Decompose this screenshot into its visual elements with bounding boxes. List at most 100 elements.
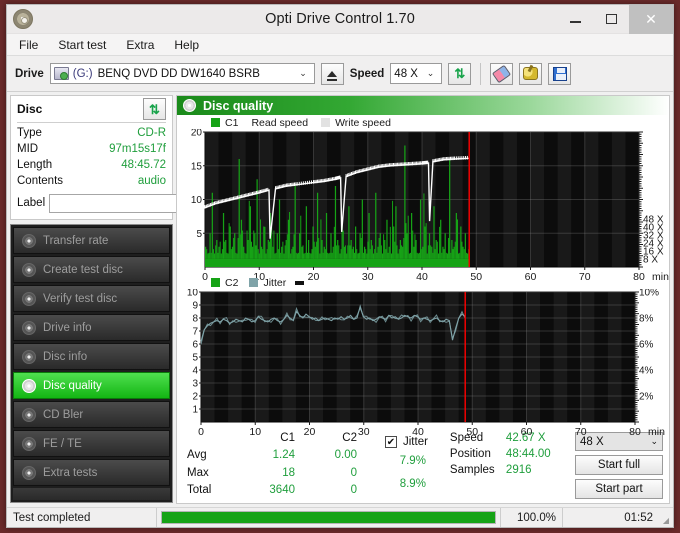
refresh-icon: ⇅: [149, 101, 160, 117]
svg-text:10: 10: [187, 289, 199, 299]
sidebar-item-drive-info[interactable]: Drive info: [13, 314, 170, 341]
disc-contents-label: Contents: [17, 175, 64, 187]
main-body: Disc ⇅ Type CD-R MID 97m15s17f Length 48…: [7, 92, 673, 521]
legend-label-read-speed: Read speed: [251, 116, 309, 129]
sidebar-item-label: FE / TE: [43, 437, 82, 450]
sidebar-item-disc-quality[interactable]: Disc quality: [13, 372, 170, 399]
disc-icon: [22, 378, 36, 393]
stats-row-label-avg: Avg: [187, 449, 207, 462]
page-title: Disc quality: [203, 98, 274, 113]
save-button[interactable]: [548, 62, 572, 85]
svg-text:60: 60: [521, 426, 533, 438]
legend-swatch-c2: [211, 278, 220, 288]
statistics-panel: C1 C2 Avg 1.24 0.00 Max 18 0 Total 3640 …: [177, 429, 669, 503]
start-part-button[interactable]: Start part: [575, 479, 663, 499]
progress-bar: [161, 511, 496, 524]
disc-row-mid: MID 97m15s17f: [17, 141, 166, 157]
save-icon: [552, 66, 567, 81]
disc-refresh-button[interactable]: ⇅: [143, 98, 166, 120]
sidebar-item-label: Extra tests: [43, 466, 98, 479]
chevron-down-icon: ⌄: [426, 68, 435, 78]
sidebar-item-disc-info[interactable]: Disc info: [13, 343, 170, 370]
sidebar-item-label: Verify test disc: [43, 292, 118, 305]
c1-chart-legend: C1 Read speed Write speed: [211, 116, 391, 129]
disc-icon: [22, 262, 36, 277]
sidebar-item-create-test-disc[interactable]: Create test disc: [13, 256, 170, 283]
svg-text:50: 50: [466, 426, 478, 438]
tools-button[interactable]: [519, 62, 543, 85]
progress-fill: [162, 512, 495, 523]
disc-icon: [22, 407, 36, 422]
svg-text:min: min: [648, 426, 665, 438]
disc-row-contents: Contents audio: [17, 173, 166, 189]
svg-text:7: 7: [192, 327, 198, 338]
divider: [17, 122, 166, 123]
disc-type-value: CD-R: [137, 127, 166, 139]
sidebar-item-fe-te[interactable]: FE / TE: [13, 430, 170, 457]
svg-text:30: 30: [358, 426, 370, 438]
nav-spacer: [13, 488, 170, 500]
refresh-icon: ⇅: [454, 66, 466, 81]
disc-panel-title: Disc: [17, 102, 43, 116]
svg-text:10: 10: [191, 195, 203, 206]
disc-icon: [22, 436, 36, 451]
c1-chart: C1 Read speed Write speed 5 10 15 20 8 X 16 X…: [179, 116, 669, 284]
tools-icon: [523, 67, 539, 80]
svg-text:1: 1: [192, 405, 198, 416]
disc-mid-value: 97m15s17f: [109, 143, 166, 155]
error-stats-table: C1 C2 Avg 1.24 0.00 Max 18 0 Total 3640 …: [187, 431, 357, 499]
elapsed-time: 01:52: [624, 511, 653, 524]
jitter-plot: 1 2 3 4 5 6 7 8 9 10 2% 4% 6% 8% 10% 0 10 20 30 40 50 60 70 80 m…: [187, 289, 665, 438]
drive-select[interactable]: (G:) BENQ DVD DD DW1640 BSRB ⌄: [49, 63, 315, 84]
svg-text:2%: 2%: [639, 392, 654, 403]
erase-button[interactable]: [490, 62, 514, 85]
svg-text:9: 9: [192, 301, 198, 312]
svg-text:2: 2: [192, 392, 198, 403]
disc-row-type: Type CD-R: [17, 125, 166, 141]
resize-grip[interactable]: ◢: [659, 508, 673, 527]
sidebar-item-extra-tests[interactable]: Extra tests: [13, 459, 170, 486]
eject-button[interactable]: [320, 62, 344, 85]
refresh-button[interactable]: ⇅: [448, 62, 472, 85]
samples-value: 2916: [505, 464, 532, 476]
stats-row-label-max: Max: [187, 466, 209, 479]
disc-quality-icon: [183, 99, 196, 112]
svg-text:20: 20: [191, 129, 203, 139]
sidebar-item-transfer-rate[interactable]: Transfer rate: [13, 227, 170, 254]
svg-text:6: 6: [192, 340, 198, 351]
svg-text:8%: 8%: [639, 314, 654, 325]
svg-text:40: 40: [412, 426, 424, 438]
main-panel: Disc quality C1 Read speed Write speed 5…: [176, 95, 670, 504]
disc-info-panel: Disc ⇅ Type CD-R MID 97m15s17f Length 48…: [10, 95, 223, 220]
position-label: Position: [449, 448, 491, 460]
legend-swatch-write-speed: [321, 118, 331, 127]
title-bar: Opti Drive Control 1.70 ✕: [7, 4, 673, 34]
stats-max-c2: 0: [350, 466, 357, 479]
disc-label-row: Label: [17, 192, 223, 214]
svg-text:4%: 4%: [639, 366, 654, 377]
sidebar-item-cd-bler[interactable]: CD Bler: [13, 401, 170, 428]
status-message: Test completed: [7, 508, 157, 527]
drive-name: BENQ DVD DD DW1640 BSRB: [97, 67, 260, 80]
legend-label-write-speed: Write speed: [335, 116, 391, 129]
disc-icon: [22, 349, 36, 364]
svg-text:70: 70: [575, 426, 587, 438]
eject-icon: [327, 70, 338, 81]
menu-start-test[interactable]: Start test: [55, 37, 109, 53]
jitter-max-value: 8.9%: [399, 478, 426, 490]
menu-file[interactable]: File: [16, 37, 41, 53]
stats-avg-c2: 0.00: [334, 449, 357, 462]
legend-swatch-jitter: [249, 278, 259, 288]
menu-help[interactable]: Help: [171, 37, 202, 53]
panel-header: Disc quality: [177, 96, 669, 115]
speed-select[interactable]: 48 X ⌄: [390, 63, 443, 84]
drive-letter: (G:): [72, 67, 93, 80]
disc-icon: [22, 233, 36, 248]
menu-extra[interactable]: Extra: [123, 37, 157, 53]
c1-plot: 51015208 X16 X24 X32 X40 X48 X0 10 20 30 40 5…: [191, 129, 669, 283]
svg-text:5: 5: [196, 229, 202, 240]
start-full-button[interactable]: Start full: [575, 455, 663, 475]
sidebar-item-verify-test-disc[interactable]: Verify test disc: [13, 285, 170, 312]
svg-text:8: 8: [192, 314, 198, 325]
toolbar-divider: [480, 62, 482, 85]
